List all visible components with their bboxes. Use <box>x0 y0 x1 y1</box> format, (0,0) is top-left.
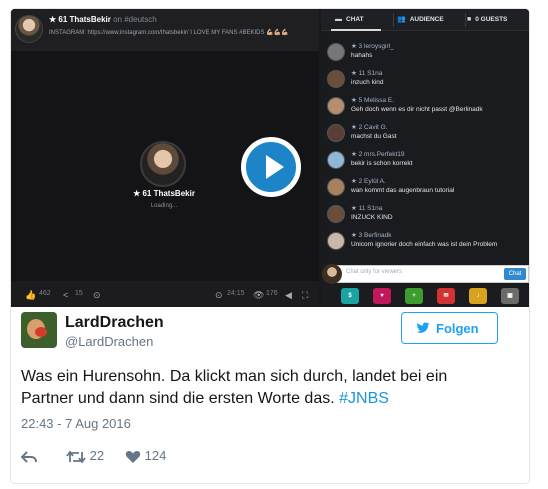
stream-title: ★ 61 ThatsBekir on #deutsch <box>49 15 157 24</box>
chat-avatar <box>327 70 345 88</box>
retweet-icon <box>66 450 86 464</box>
reply-icon <box>20 450 37 463</box>
thumbs-up-icon[interactable]: 👍 <box>25 290 36 300</box>
like-count: 462 <box>39 290 51 297</box>
chat-text: inzuch kind <box>351 79 384 86</box>
clock-icon: ⊙ <box>215 290 223 300</box>
hashtag-link[interactable]: #JNBS <box>339 390 389 407</box>
loading-text: Loading... <box>150 203 178 209</box>
chat-text: Geh doch wenn es dir nicht passt @Berlin… <box>351 106 483 113</box>
chat-icon: ▬ <box>335 16 342 23</box>
chat-message: ★ 11 S1na inzuch kind <box>321 68 529 95</box>
chat-avatar <box>327 178 345 196</box>
chat-username[interactable]: ★ 11 S1na <box>351 69 382 77</box>
reply-button[interactable] <box>20 446 37 466</box>
share-icon[interactable]: < <box>63 290 73 300</box>
viewer-count: 176 <box>266 290 278 297</box>
video-player[interactable]: ★ 61 ThatsBekir on #deutsch INSTAGRAM: h… <box>11 9 319 307</box>
author-name[interactable]: LardDrachen <box>65 314 164 332</box>
chat-message: ★ 2 Cavit G. machst du Gast <box>321 122 529 149</box>
chat-avatar <box>327 97 345 115</box>
author-handle[interactable]: @LardDrachen <box>65 334 153 349</box>
chat-message: ★ 11 S1na INZUCK KIND <box>321 203 529 230</box>
tweet-actions: 22 124 <box>20 446 321 466</box>
love-gift-icon[interactable]: ♥ <box>373 288 391 304</box>
chat-username[interactable]: ★ 2 Eylül A. <box>351 177 386 185</box>
stream-header: ★ 61 ThatsBekir on #deutsch INSTAGRAM: h… <box>11 9 319 51</box>
video-controls: 👍 462 < 15 ⊙ ⊙ 24:15 👁 176 ◀ ⛶ <box>11 281 319 307</box>
tweet-text: Was ein Hurensohn. Da klickt man sich du… <box>21 366 491 410</box>
chat-username[interactable]: ★ 2 Cavit G. <box>351 123 388 131</box>
stream-description: INSTAGRAM: https://www.instagram.com/tha… <box>49 30 289 36</box>
default-avatar-icon <box>327 151 345 169</box>
gift-box-icon[interactable]: ▣ <box>501 288 519 304</box>
follow-button[interactable]: Folgen <box>401 312 498 344</box>
tweet-timestamp[interactable]: 22:43 - 7 Aug 2016 <box>21 416 131 431</box>
gift-bar: $ ♥ + ✉ ♪ ▣ <box>321 285 529 307</box>
envelope-gift-icon[interactable]: ✉ <box>437 288 455 304</box>
chat-message: ★ 3 leroysgirl_ hahahs <box>321 41 529 68</box>
volume-icon[interactable]: ◀ <box>285 290 295 300</box>
tab-guests[interactable]: ■ 0 GUESTS <box>467 9 529 31</box>
chat-username[interactable]: ★ 11 S1na <box>351 204 382 212</box>
chat-panel: ▬ CHAT 👥 AUDIENCE ■ 0 GUESTS ★ 3 leroysgirl… <box>321 9 529 307</box>
like-button[interactable]: 124 <box>125 446 166 466</box>
stream-screenshot[interactable]: ★ 61 ThatsBekir on #deutsch INSTAGRAM: h… <box>11 9 529 307</box>
duration: 24:15 <box>227 290 245 297</box>
play-button[interactable] <box>241 137 301 197</box>
chat-avatar <box>327 124 345 142</box>
chat-input-placeholder[interactable]: Chat only for viewers <box>346 269 402 275</box>
viewer-avatar <box>322 264 342 284</box>
chat-messages: ★ 3 leroysgirl_ hahahs ★ 11 S1na inzuch … <box>321 39 529 253</box>
chat-tabs: ▬ CHAT 👥 AUDIENCE ■ 0 GUESTS <box>321 9 529 31</box>
heart-icon <box>125 450 141 463</box>
tweet-card: ★ 61 ThatsBekir on #deutsch INSTAGRAM: h… <box>10 8 530 484</box>
retweet-count: 22 <box>89 448 105 463</box>
chat-message: ★ 5 Melissa E. Geh doch wenn es dir nich… <box>321 95 529 122</box>
chat-text: INZUCK KIND <box>351 214 393 221</box>
streamer-center-name: ★ 61 ThatsBekir <box>133 189 195 198</box>
money-gift-icon[interactable]: $ <box>341 288 359 304</box>
chat-username[interactable]: ★ 3 Berfinadk <box>351 231 392 239</box>
share-count: 15 <box>75 290 83 297</box>
chat-message: ★ 2 Eylül A. wan kommt das augenbraun tu… <box>321 176 529 203</box>
chat-send-button[interactable]: Chat <box>504 268 526 280</box>
replay-icon[interactable]: ⊙ <box>93 290 103 300</box>
stream-channel: on #deutsch <box>113 15 157 24</box>
retweet-button[interactable]: 22 <box>66 446 104 466</box>
fullscreen-icon[interactable]: ⛶ <box>302 290 312 300</box>
eye-icon: 👁 <box>253 290 265 300</box>
chat-username[interactable]: ★ 5 Melissa E. <box>351 96 394 104</box>
author-avatar[interactable] <box>21 312 57 348</box>
chat-text: wan kommt das augenbraun tutorial <box>351 187 455 194</box>
chat-avatar <box>327 43 345 61</box>
chat-avatar <box>327 205 345 223</box>
active-tab-indicator <box>331 29 381 31</box>
like-count: 124 <box>144 448 167 463</box>
chat-message: ★ 2 mrs.Perfekt19 bekir is schon korrekt <box>321 149 529 176</box>
chat-text: bekir is schon korrekt <box>351 160 413 167</box>
tab-chat[interactable]: ▬ CHAT <box>335 9 387 31</box>
thumbs-gift-icon[interactable]: + <box>405 288 423 304</box>
bell-gift-icon[interactable]: ♪ <box>469 288 487 304</box>
camera-icon: ■ <box>467 16 472 23</box>
follow-label: Folgen <box>436 321 479 336</box>
streamer-center-avatar <box>140 141 186 187</box>
audience-icon: 👥 <box>397 16 406 23</box>
chat-username[interactable]: ★ 3 leroysgirl_ <box>351 42 394 50</box>
streamer-avatar <box>15 15 43 43</box>
tab-audience[interactable]: 👥 AUDIENCE <box>397 9 467 31</box>
chat-text: machst du Gast <box>351 133 397 140</box>
chat-username[interactable]: ★ 2 mrs.Perfekt19 <box>351 150 405 158</box>
chat-avatar <box>327 232 345 250</box>
play-icon <box>266 155 284 179</box>
chat-text: hahahs <box>351 52 373 59</box>
twitter-bird-icon <box>416 322 430 333</box>
chat-message: ★ 3 Berfinadk Unicorn ignorier doch einf… <box>321 230 529 257</box>
chat-input[interactable]: Chat only for viewers Chat <box>322 264 529 284</box>
chat-text: Unicorn ignorier doch einfach was ist de… <box>351 241 498 248</box>
